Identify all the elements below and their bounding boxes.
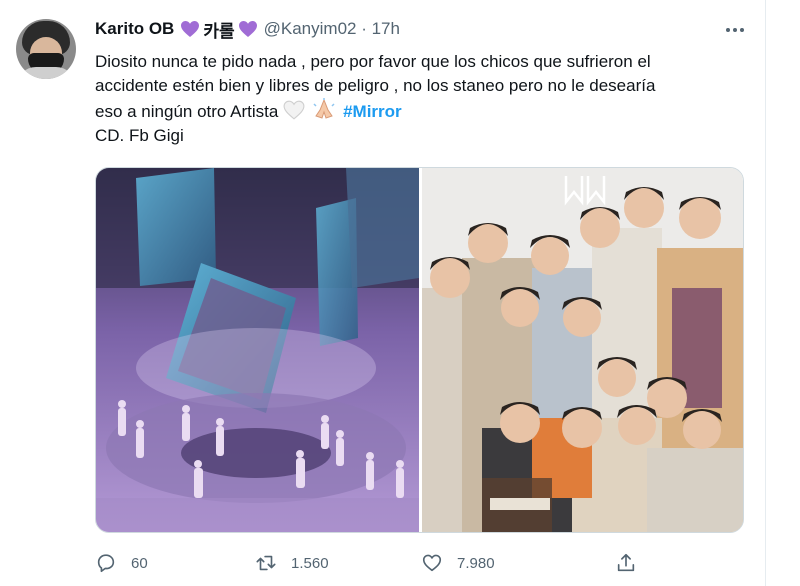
retweet-count: 1.560 bbox=[291, 554, 329, 572]
handle-and-time[interactable]: @Kanyim02 · 17h bbox=[264, 19, 400, 39]
heart-icon bbox=[422, 554, 442, 572]
retweet-button[interactable]: 1.560 bbox=[255, 548, 329, 578]
share-button[interactable] bbox=[615, 548, 651, 578]
tweet-text-line: accidente estén bien y libres de peligro… bbox=[95, 76, 656, 95]
hashtag-link[interactable]: #Mirror bbox=[343, 102, 402, 121]
avatar[interactable] bbox=[16, 19, 76, 79]
more-horizontal-icon[interactable] bbox=[720, 20, 750, 40]
display-name-korean[interactable]: 카롤 bbox=[203, 17, 234, 42]
group-photo[interactable] bbox=[422, 168, 743, 532]
purple-heart-icon bbox=[238, 21, 257, 37]
tweet-header: Karito OB 카롤 @Kanyim02 · 17h bbox=[95, 16, 400, 42]
reply-icon bbox=[97, 554, 115, 573]
column-divider bbox=[765, 0, 766, 586]
retweet-icon bbox=[256, 555, 276, 571]
white-heart-icon bbox=[283, 100, 305, 120]
tweet-text-line-3: eso a ningún otro Artista #Mirror bbox=[95, 98, 755, 124]
tweet[interactable]: Karito OB 카롤 @Kanyim02 · 17h Diosito nun… bbox=[0, 0, 800, 586]
reply-count: 60 bbox=[131, 554, 148, 572]
media-grid[interactable] bbox=[95, 167, 744, 533]
concert-stage-photo[interactable] bbox=[96, 168, 419, 532]
share-icon bbox=[617, 553, 635, 572]
tweet-text-line: Diosito nunca te pido nada , pero por fa… bbox=[95, 52, 651, 71]
folded-hands-icon bbox=[313, 98, 335, 119]
credit-line: CD. Fb Gigi bbox=[95, 126, 184, 145]
action-bar: 60 1.560 7.980 bbox=[95, 548, 655, 578]
display-name[interactable]: Karito OB bbox=[95, 19, 174, 39]
reply-button[interactable]: 60 bbox=[95, 548, 148, 578]
purple-heart-icon bbox=[181, 21, 200, 37]
like-button[interactable]: 7.980 bbox=[421, 548, 495, 578]
tweet-text: Diosito nunca te pido nada , pero por fa… bbox=[95, 50, 755, 148]
like-count: 7.980 bbox=[457, 554, 495, 572]
